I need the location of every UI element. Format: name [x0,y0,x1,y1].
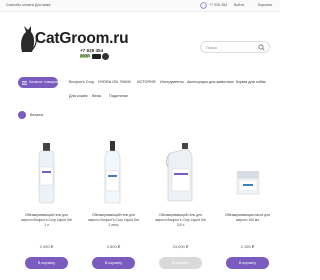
product-price: 4,500 ₽ [106,244,121,249]
nav-item-dog-food[interactable]: Корма для собак [236,80,266,84]
add-to-cart-label: В корзину [171,261,190,265]
home-icon[interactable] [18,111,26,119]
product-price: 24,000 ₽ [172,244,189,249]
nav-item-accessories[interactable]: Аксессуары для животных [187,80,234,84]
product-price: 2,150 ₽ [240,244,255,249]
nav-item-hydra[interactable]: HYDRA ON [98,80,118,84]
add-to-cart-button[interactable]: В корзину [92,257,135,269]
product-image[interactable] [152,137,209,207]
product-image[interactable] [85,137,142,207]
search-placeholder: Поиск [206,45,218,50]
product-card[interactable]: Обезжиривающая паста для шерсти 100 мл 2… [219,137,276,275]
add-to-cart-label: В корзину [104,261,123,265]
product-card[interactable]: Обезжиривающий гель для шерсти Bonjour's… [152,137,209,275]
breadcrumb[interactable]: Каталог [30,113,44,117]
product-image[interactable] [219,137,276,207]
logo-brand-text: CatGroom.ru [35,30,129,47]
nav-item-history[interactable]: ИСТОРИЯ [137,80,155,84]
search-input[interactable]: Поиск [200,41,270,53]
menu-icon [22,80,27,85]
product-name[interactable]: Обезжиривающий гель для шерсти Bonjour's… [20,213,73,227]
add-to-cart-label: В корзину [238,261,257,265]
product-price: 2,050 ₽ [39,244,54,249]
product-card[interactable]: Обезжиривающий гель для шерсти Bonjour's… [18,137,75,275]
payment-link[interactable]: Способы оплаты [6,3,34,7]
top-phone[interactable]: +7 926 454 [209,3,227,7]
nav-item-tools[interactable]: Инструменты [160,80,184,84]
product-image[interactable] [18,137,75,207]
search-icon[interactable] [258,44,265,51]
phone-icon [200,2,207,9]
nav-item-bonjours[interactable]: Bonjour's Corp [69,80,94,84]
add-to-cart-label: В корзину [37,261,56,265]
add-to-cart-button[interactable]: В корзину [226,257,269,269]
product-name[interactable]: Обезжиривающий гель для шерсти Bonjour's… [154,213,207,227]
payment-badge [92,54,101,59]
product-card[interactable]: Обезжиривающий гель для шерсти Bonjour's… [85,137,142,275]
nav-item-scales[interactable]: Весы [92,94,101,98]
site-logo[interactable]: CatGroom.ru +7 926 454 3681 МИР [18,22,129,64]
nav-item-shimi[interactable]: SHIMI [120,80,131,84]
nav-item-cats[interactable]: Для кошек [69,94,88,98]
catalog-button-label: Каталог товаров [29,80,58,84]
add-to-cart-button[interactable]: В корзину [25,257,68,269]
catalog-button[interactable]: Каталог товаров [18,77,58,88]
delivery-link[interactable]: Доставка [35,3,50,7]
product-name[interactable]: Обезжиривающая паста для шерсти 100 мл [221,213,274,223]
mir-logo: МИР [80,54,91,59]
nav-item-beds[interactable]: Подстилки [109,94,128,98]
login-link[interactable]: Войти [234,3,244,7]
top-bar: Способы оплаты Доставка +7 926 454 Войти… [0,0,280,12]
cart-link[interactable]: Корзина [258,3,272,7]
payment-badge-round [102,53,109,60]
add-to-cart-button[interactable]: В корзину [159,257,202,269]
product-name[interactable]: Обезжиривающий гель для шерсти Bonjour's… [87,213,140,227]
